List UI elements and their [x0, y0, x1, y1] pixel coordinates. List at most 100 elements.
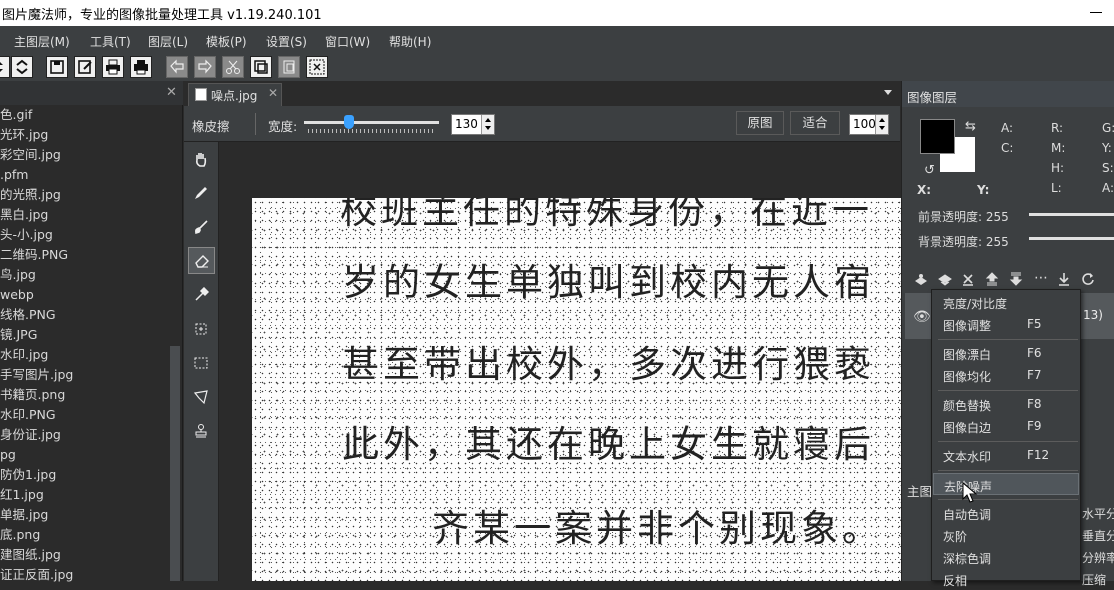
layer-up-icon[interactable] [984, 271, 1000, 287]
list-item[interactable]: 的光照.jpg [0, 185, 168, 205]
menu-item-color-replace[interactable]: 颜色替换 F8 [933, 393, 1079, 415]
paste-icon[interactable] [278, 56, 300, 78]
menu-settings[interactable]: 设置(S) [266, 33, 307, 50]
select-all-icon[interactable] [306, 56, 328, 78]
list-item[interactable]: 色.gif [0, 105, 168, 125]
list-item[interactable]: 鸟.jpg [0, 265, 168, 285]
copy-icon[interactable] [250, 56, 272, 78]
redo-icon[interactable] [194, 56, 216, 78]
fg-opacity-slider[interactable] [1029, 213, 1114, 216]
list-item[interactable]: 单据.jpg [0, 505, 168, 525]
file-list-scrollbar[interactable] [170, 346, 180, 581]
original-size-button[interactable]: 原图 [736, 111, 784, 135]
fit-button[interactable]: 适合 [790, 111, 840, 135]
rotate-icon[interactable] [1080, 271, 1096, 287]
menu-item-auto-tone[interactable]: 自动色调 [933, 502, 1079, 524]
hand-tool-icon[interactable] [188, 146, 215, 173]
menu-help[interactable]: 帮助(H) [389, 33, 431, 50]
list-item[interactable]: 二维码.PNG [0, 245, 168, 265]
bg-opacity-slider[interactable] [1029, 237, 1114, 240]
list-item[interactable]: webp [0, 285, 168, 305]
list-item[interactable]: 书籍页.png [0, 385, 168, 405]
menu-main-layer[interactable]: 主图层(M) [14, 33, 70, 50]
width-stepper[interactable]: 130 [451, 114, 495, 135]
list-item[interactable]: 镜.JPG [0, 325, 168, 345]
menu-item-image-adjust[interactable]: 图像调整 F5 [933, 313, 1079, 335]
cut-icon[interactable] [222, 56, 244, 78]
list-item[interactable]: pg [0, 445, 168, 465]
width-slider-handle[interactable] [343, 115, 354, 129]
brush-icon[interactable] [188, 214, 215, 241]
eraser-icon[interactable] [188, 247, 215, 274]
menu-layer[interactable]: 图层(L) [148, 33, 188, 50]
rect-select-icon[interactable] [188, 350, 215, 377]
list-item[interactable]: 彩空间.jpg [0, 145, 168, 165]
spin-arrows-icon[interactable] [875, 115, 888, 134]
list-item[interactable]: 建图纸.jpg [0, 545, 168, 565]
list-item[interactable]: 线格.PNG [0, 305, 168, 325]
more-icon[interactable]: ⋯ [1034, 270, 1048, 286]
swap-colors-icon[interactable]: ⇆ [965, 119, 976, 134]
layer-down-icon[interactable] [1008, 271, 1024, 287]
sort-icon[interactable] [0, 56, 10, 78]
menu-item-brightness-contrast[interactable]: 亮度/对比度 [933, 291, 1079, 313]
print-icon[interactable] [102, 56, 124, 78]
chevron-down-icon[interactable] [884, 90, 892, 95]
save-icon[interactable] [46, 56, 68, 78]
tab-noise-image[interactable]: 噪点.jpg ✕ [188, 83, 282, 106]
reset-colors-icon[interactable]: ↺ [924, 163, 935, 178]
fg-opacity-label: 前景透明度: 255 [918, 210, 1009, 224]
list-item[interactable]: 红1.jpg [0, 485, 168, 505]
menu-item-image-equalize[interactable]: 图像均化 F7 [933, 364, 1079, 386]
list-item[interactable]: 光环.jpg [0, 125, 168, 145]
print-preview-icon[interactable] [130, 56, 152, 78]
list-item[interactable]: 水印.jpg [0, 345, 168, 365]
list-item[interactable]: 防伪1.jpg [0, 465, 168, 485]
menu-item-shortcut: F7 [1027, 368, 1042, 382]
list-item[interactable]: .pfm [0, 165, 168, 185]
stamp-icon[interactable] [188, 418, 215, 445]
menu-item-denoise[interactable]: 去除噪声 [933, 473, 1079, 495]
menu-item-image-bleach[interactable]: 图像漂白 F6 [933, 342, 1079, 364]
menu-item-sepia[interactable]: 深棕色调 [933, 546, 1079, 568]
divider [255, 113, 256, 135]
width-label: 宽度: [268, 119, 298, 134]
layer-style-icon[interactable] [913, 271, 929, 287]
document-image[interactable]: 校班主任的特殊身份，在近一 岁的女生单独叫到校内无人宿 甚至带出校外，多次进行猥… [252, 198, 901, 581]
spin-arrows-icon[interactable] [481, 115, 494, 134]
list-item[interactable]: 手写图片.jpg [0, 365, 168, 385]
close-icon[interactable]: ✕ [268, 86, 278, 100]
list-item[interactable]: 头-小.jpg [0, 225, 168, 245]
pencil-icon[interactable] [188, 180, 215, 207]
save-as-icon[interactable] [74, 56, 96, 78]
canvas-area[interactable]: 校班主任的特殊身份，在近一 岁的女生单独叫到校内无人宿 甚至带出校外，多次进行猥… [220, 142, 901, 581]
download-icon[interactable] [1056, 271, 1072, 287]
menu-item-invert[interactable]: 反相 [933, 568, 1079, 590]
menu-item-image-border[interactable]: 图像白边 F9 [933, 415, 1079, 437]
undo-icon[interactable] [166, 56, 188, 78]
menu-item-text-watermark[interactable]: 文本水印 F12 [933, 444, 1079, 466]
list-item[interactable]: 身份证.jpg [0, 425, 168, 445]
list-item[interactable]: 水印.PNG [0, 405, 168, 425]
layer-merge-icon[interactable] [937, 271, 953, 287]
list-item[interactable]: 底.png [0, 525, 168, 545]
minimize-button[interactable] [1090, 12, 1102, 13]
lasso-icon[interactable] [188, 384, 215, 411]
list-item[interactable]: 证正反面.jpg [0, 565, 168, 585]
foreground-color-swatch[interactable] [920, 119, 955, 154]
crop-icon[interactable] [188, 316, 215, 343]
menu-item-grayscale[interactable]: 灰阶 [933, 524, 1079, 546]
title-bar: 图片魔法师，专业的图像批量处理工具 v1.19.240.101 [0, 0, 1114, 26]
zoom-stepper[interactable]: 100 [849, 114, 889, 135]
eye-icon[interactable]: 👁 [913, 309, 931, 325]
width-slider[interactable] [304, 121, 439, 124]
list-item[interactable]: 黑白.jpg [0, 205, 168, 225]
menu-template[interactable]: 模板(P) [206, 33, 247, 50]
tab-main-layer[interactable]: 主图 [907, 481, 932, 500]
menu-window[interactable]: 窗口(W) [325, 33, 370, 50]
layer-delete-icon[interactable] [960, 271, 976, 287]
menu-tools[interactable]: 工具(T) [90, 33, 131, 50]
sort-icon[interactable] [11, 56, 33, 78]
eyedropper-icon[interactable] [188, 282, 215, 309]
close-icon[interactable]: ✕ [166, 85, 177, 100]
